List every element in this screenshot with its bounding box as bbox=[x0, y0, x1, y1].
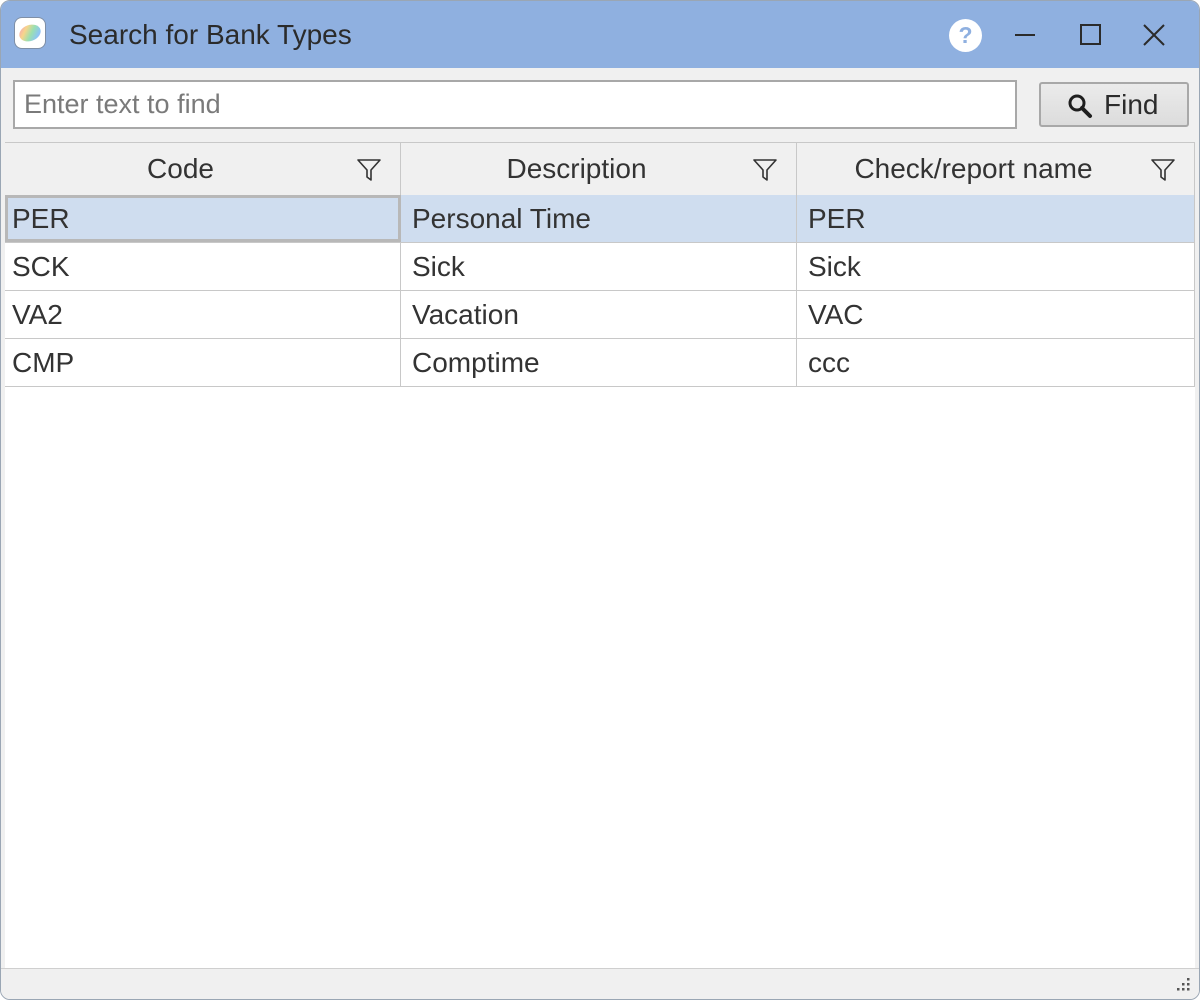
column-header-check-report-name[interactable]: Check/report name bbox=[797, 143, 1195, 195]
app-logo-icon bbox=[15, 18, 45, 48]
cell-code[interactable]: SCK bbox=[5, 243, 401, 290]
column-header-label: Code bbox=[147, 153, 214, 184]
resize-grip-icon[interactable] bbox=[1171, 974, 1191, 994]
filter-icon[interactable] bbox=[1150, 157, 1176, 183]
column-header-code[interactable]: Code bbox=[5, 143, 401, 195]
grid-header-row: Code Description Check/report name bbox=[5, 143, 1195, 196]
column-header-description[interactable]: Description bbox=[401, 143, 797, 195]
cell-check-report-name[interactable]: VAC bbox=[797, 291, 1195, 338]
table-row[interactable]: SCK Sick Sick bbox=[5, 243, 1195, 291]
title-bar[interactable]: Search for Bank Types ? bbox=[1, 1, 1199, 68]
results-grid[interactable]: Code Description Check/report name PER P… bbox=[5, 142, 1195, 969]
maximize-button[interactable] bbox=[1065, 11, 1115, 59]
cell-check-report-name[interactable]: Sick bbox=[797, 243, 1195, 290]
table-row[interactable]: PER Personal Time PER bbox=[5, 195, 1195, 243]
close-button[interactable] bbox=[1129, 11, 1179, 59]
column-header-label: Check/report name bbox=[854, 153, 1093, 184]
table-row[interactable]: CMP Comptime ccc bbox=[5, 339, 1195, 387]
filter-icon[interactable] bbox=[356, 157, 382, 183]
table-row[interactable]: VA2 Vacation VAC bbox=[5, 291, 1195, 339]
cell-description[interactable]: Personal Time bbox=[401, 195, 797, 242]
search-input[interactable] bbox=[13, 80, 1017, 129]
help-icon[interactable]: ? bbox=[949, 19, 982, 52]
close-icon bbox=[1143, 24, 1165, 46]
cell-check-report-name[interactable]: PER bbox=[797, 195, 1195, 242]
find-button[interactable]: Find bbox=[1039, 82, 1189, 127]
cell-code[interactable]: CMP bbox=[5, 339, 401, 386]
minimize-icon bbox=[1015, 34, 1035, 36]
minimize-button[interactable] bbox=[1000, 11, 1050, 59]
search-dialog-window: Search for Bank Types ? Find bbox=[0, 0, 1200, 1000]
cell-code[interactable]: PER bbox=[5, 195, 401, 242]
cell-description[interactable]: Comptime bbox=[401, 339, 797, 386]
window-title: Search for Bank Types bbox=[69, 19, 352, 50]
find-button-label: Find bbox=[1104, 89, 1159, 120]
status-bar bbox=[1, 968, 1199, 999]
column-header-label: Description bbox=[506, 153, 647, 184]
search-icon bbox=[1068, 94, 1092, 118]
cell-description[interactable]: Vacation bbox=[401, 291, 797, 338]
filter-icon[interactable] bbox=[752, 157, 778, 183]
cell-check-report-name[interactable]: ccc bbox=[797, 339, 1195, 386]
cell-description[interactable]: Sick bbox=[401, 243, 797, 290]
maximize-icon bbox=[1080, 24, 1101, 45]
cell-code[interactable]: VA2 bbox=[5, 291, 401, 338]
